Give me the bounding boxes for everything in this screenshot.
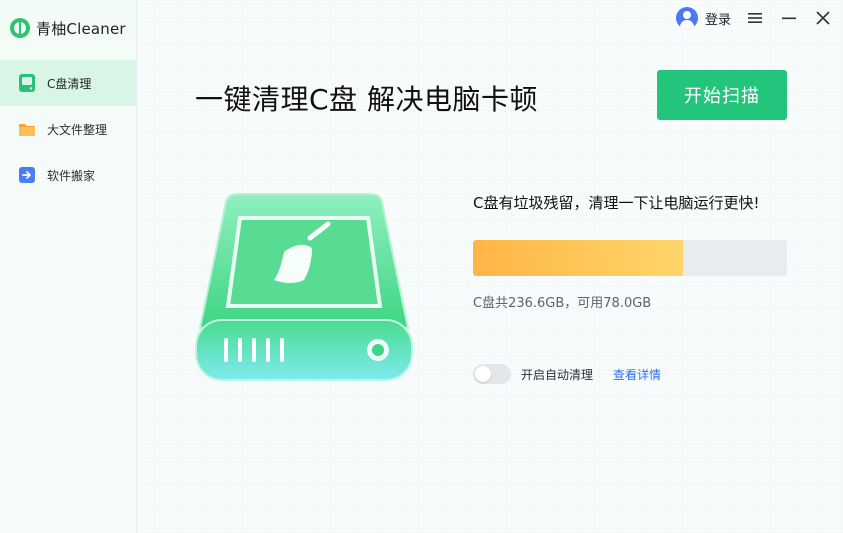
auto-clean-row: 开启自动清理 查看详情 bbox=[473, 364, 661, 384]
menu-button[interactable] bbox=[745, 8, 765, 28]
page-title: 一键清理C盘 解决电脑卡顿 bbox=[195, 83, 538, 116]
close-icon bbox=[816, 11, 830, 25]
close-button[interactable] bbox=[813, 8, 833, 28]
sidebar-item-c-drive-clean[interactable]: C盘清理 bbox=[0, 60, 136, 106]
disk-space-text: C盘共236.6GB，可用78.0GB bbox=[473, 296, 652, 311]
sidebar-item-label: 大文件整理 bbox=[47, 122, 108, 137]
disk-usage-fill bbox=[473, 240, 684, 276]
auto-clean-toggle[interactable] bbox=[473, 364, 511, 384]
minimize-button[interactable] bbox=[779, 8, 799, 28]
folder-icon bbox=[17, 119, 37, 139]
status-message: C盘有垃圾残留，清理一下让电脑运行更快! bbox=[473, 194, 760, 212]
sidebar-nav: C盘清理 大文件整理 软件搬家 bbox=[0, 60, 136, 198]
app-window: 青柚Cleaner C盘清理 大文件整理 软件搬家 登录 一键清理C盘 解决电脑… bbox=[0, 0, 843, 533]
drive-illustration bbox=[188, 188, 420, 388]
start-scan-button[interactable]: 开始扫描 bbox=[657, 70, 787, 120]
brand: 青柚Cleaner bbox=[10, 17, 126, 39]
sidebar-item-large-files[interactable]: 大文件整理 bbox=[0, 106, 136, 152]
sidebar: 青柚Cleaner C盘清理 大文件整理 软件搬家 bbox=[0, 0, 137, 533]
menu-icon bbox=[748, 13, 762, 23]
toggle-knob bbox=[475, 366, 491, 382]
avatar-icon bbox=[675, 7, 698, 29]
login-label: 登录 bbox=[704, 12, 731, 28]
auto-clean-label: 开启自动清理 bbox=[521, 367, 594, 382]
minimize-icon bbox=[782, 17, 796, 20]
app-name: 青柚Cleaner bbox=[36, 19, 126, 38]
sidebar-item-software-move[interactable]: 软件搬家 bbox=[0, 152, 136, 198]
view-details-link[interactable]: 查看详情 bbox=[613, 366, 661, 383]
login-button[interactable]: 登录 bbox=[675, 7, 731, 29]
disk-usage-bar bbox=[473, 240, 787, 276]
sidebar-item-label: C盘清理 bbox=[47, 76, 92, 91]
software-move-icon bbox=[17, 165, 37, 185]
c-drive-clean-icon bbox=[17, 73, 37, 93]
title-bar-actions: 登录 bbox=[675, 6, 833, 30]
citrus-logo-icon bbox=[10, 18, 30, 38]
sidebar-item-label: 软件搬家 bbox=[47, 168, 96, 183]
